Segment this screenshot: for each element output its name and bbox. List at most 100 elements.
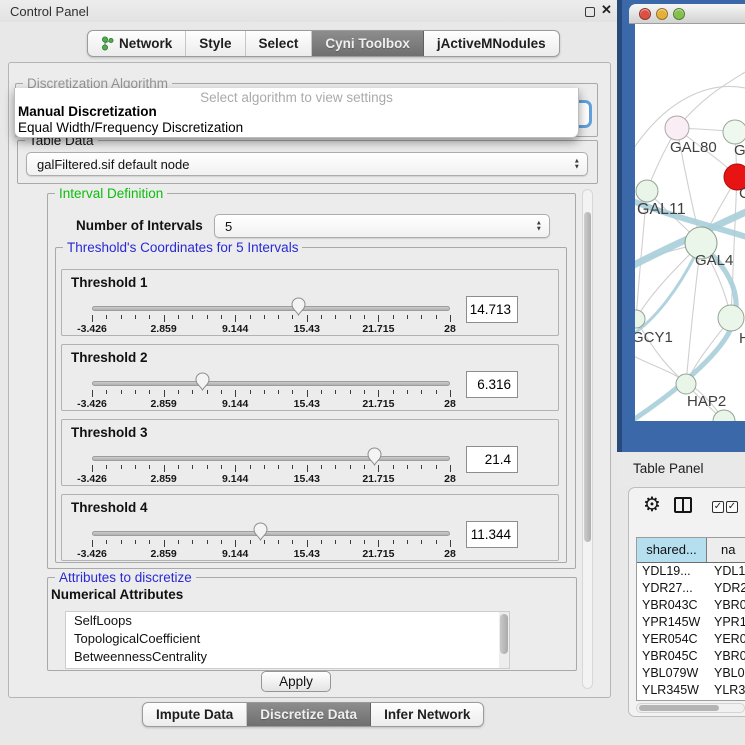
zoom-traffic-light[interactable] — [673, 8, 685, 20]
tab-network[interactable]: Network — [88, 31, 186, 56]
network-canvas[interactable]: GAL80GACGAL11GAL4GCY1HHAP2 — [635, 24, 745, 421]
table-row[interactable]: YDR27...YDR2 — [637, 580, 745, 597]
threshold-value-field[interactable]: 14.713 — [466, 296, 518, 323]
table-row[interactable]: YBL079WYBL0 — [637, 665, 745, 682]
slider-thumb[interactable] — [253, 522, 268, 541]
node-table[interactable]: shared...na YDL19...YDL1YDR27...YDR2YBR0… — [636, 537, 745, 701]
slider-track[interactable] — [92, 531, 450, 536]
close-icon[interactable]: ✕ — [601, 2, 612, 18]
attribute-item[interactable]: SelfLoops — [66, 612, 509, 630]
network-node[interactable] — [636, 180, 658, 202]
tick-label: 28 — [444, 548, 456, 560]
table-data-group: Table Data galFiltered.sif default node … — [17, 140, 598, 184]
tab-style[interactable]: Style — [186, 31, 245, 56]
float-window-icon[interactable] — [585, 7, 595, 17]
tick-mark — [264, 390, 265, 394]
network-node[interactable] — [665, 116, 689, 140]
tick-mark — [450, 540, 451, 547]
scrollbar-thumb[interactable] — [584, 212, 591, 542]
table-cell: YIL0 — [707, 699, 745, 701]
tick-mark — [407, 465, 408, 469]
tick-mark — [278, 540, 279, 544]
slider-track[interactable] — [92, 306, 450, 311]
slider-track[interactable] — [92, 456, 450, 461]
node-label: GAL4 — [695, 252, 733, 269]
tab-discretize-data[interactable]: Discretize Data — [247, 703, 371, 726]
slider-track[interactable] — [92, 381, 450, 386]
tab-cyni-toolbox[interactable]: Cyni Toolbox — [312, 31, 424, 56]
table-row[interactable]: YLR345WYLR3 — [637, 682, 745, 699]
tick-mark — [135, 390, 136, 394]
tick-mark — [221, 390, 222, 394]
threshold-value-field[interactable]: 11.344 — [466, 521, 518, 548]
attributes-scrollbar[interactable] — [499, 612, 509, 668]
attribute-item[interactable]: BetweennessCentrality — [66, 648, 509, 666]
tab-infer-network[interactable]: Infer Network — [371, 703, 483, 726]
tick-mark — [378, 390, 379, 397]
checkbox-icon[interactable]: ✓ — [712, 501, 724, 513]
gear-icon[interactable]: ⚙ — [643, 492, 661, 517]
table-row[interactable]: YBR043CYBR0 — [637, 597, 745, 614]
number-of-intervals-select[interactable]: 5 ▲▼ — [214, 214, 550, 238]
minimize-traffic-light[interactable] — [656, 8, 668, 20]
tick-mark — [421, 315, 422, 319]
table-header-row: shared...na — [637, 538, 745, 563]
table-row[interactable]: YPR145WYPR1 — [637, 614, 745, 631]
node-label: HAP2 — [687, 393, 726, 410]
column-header-na[interactable]: na — [707, 538, 745, 562]
panel-title: Control Panel — [10, 4, 89, 19]
tick-mark — [92, 315, 93, 322]
scrollbar-thumb[interactable] — [500, 614, 508, 654]
table-row[interactable]: YIL052CYIL0 — [637, 699, 745, 701]
network-node[interactable] — [713, 410, 735, 421]
table-rows: YDL19...YDL1YDR27...YDR2YBR043CYBR0YPR14… — [637, 563, 745, 701]
tick-mark — [421, 540, 422, 544]
checkbox-icon[interactable]: ✓ — [726, 501, 738, 513]
tab-label: Select — [259, 36, 299, 51]
tick-mark — [192, 390, 193, 394]
tab-select[interactable]: Select — [246, 31, 313, 56]
threshold-box-3: Threshold 3-3.4262.8599.14415.4321.71528… — [61, 419, 559, 486]
table-row[interactable]: YBR045CYBR0 — [637, 648, 745, 665]
threshold-value-field[interactable]: 6.316 — [466, 371, 518, 398]
table-cell: YBL0 — [707, 665, 745, 682]
tick-mark — [92, 465, 93, 472]
tab-label: Network — [119, 36, 172, 51]
network-node[interactable] — [676, 374, 696, 394]
algorithm-option-manual-discretization[interactable]: Manual Discretization — [15, 104, 578, 120]
tick-label: -3.426 — [77, 548, 107, 560]
tick-mark — [407, 540, 408, 544]
algorithm-option-equal-width-frequency-discretization[interactable]: Equal Width/Frequency Discretization — [15, 120, 578, 136]
table-row[interactable]: YDL19...YDL1 — [637, 563, 745, 580]
close-traffic-light[interactable] — [639, 8, 651, 20]
tick-mark — [350, 540, 351, 544]
node-label: H — [739, 330, 745, 347]
table-horizontal-scrollbar[interactable] — [636, 703, 745, 713]
scrollbar-thumb[interactable] — [639, 705, 719, 711]
algorithm-options: Manual DiscretizationEqual Width/Frequen… — [15, 104, 578, 136]
split-columns-icon[interactable] — [674, 497, 692, 513]
tab-jactivemnodules[interactable]: jActiveMNodules — [424, 31, 559, 56]
slider-thumb[interactable] — [291, 297, 306, 316]
tick-mark — [135, 315, 136, 319]
network-node[interactable] — [718, 305, 744, 331]
tick-mark — [164, 540, 165, 547]
table-data-select[interactable]: galFiltered.sif default node ▲▼ — [26, 152, 588, 176]
network-node[interactable] — [723, 120, 745, 144]
threshold-value-field[interactable]: 21.4 — [466, 446, 518, 473]
settings-scrollbar[interactable] — [582, 189, 593, 689]
apply-button[interactable]: Apply — [261, 671, 331, 692]
tab-label: Style — [199, 36, 231, 51]
table-row[interactable]: YER054CYER0 — [637, 631, 745, 648]
column-header-shared-[interactable]: shared... — [637, 538, 707, 562]
tab-impute-data[interactable]: Impute Data — [143, 703, 247, 726]
tab-label: Cyni Toolbox — [325, 36, 410, 51]
slider-thumb[interactable] — [195, 372, 210, 391]
table-panel-titlebar: Table Panel — [617, 452, 745, 487]
attribute-item[interactable]: TopologicalCoefficient — [66, 630, 509, 648]
slider-thumb[interactable] — [367, 447, 382, 466]
control-panel-titlebar: Control Panel ✕ — [0, 0, 617, 22]
table-cell: YLR3 — [707, 682, 745, 699]
tick-mark — [149, 390, 150, 394]
numerical-attributes-list[interactable]: SelfLoopsTopologicalCoefficientBetweenne… — [65, 611, 510, 669]
